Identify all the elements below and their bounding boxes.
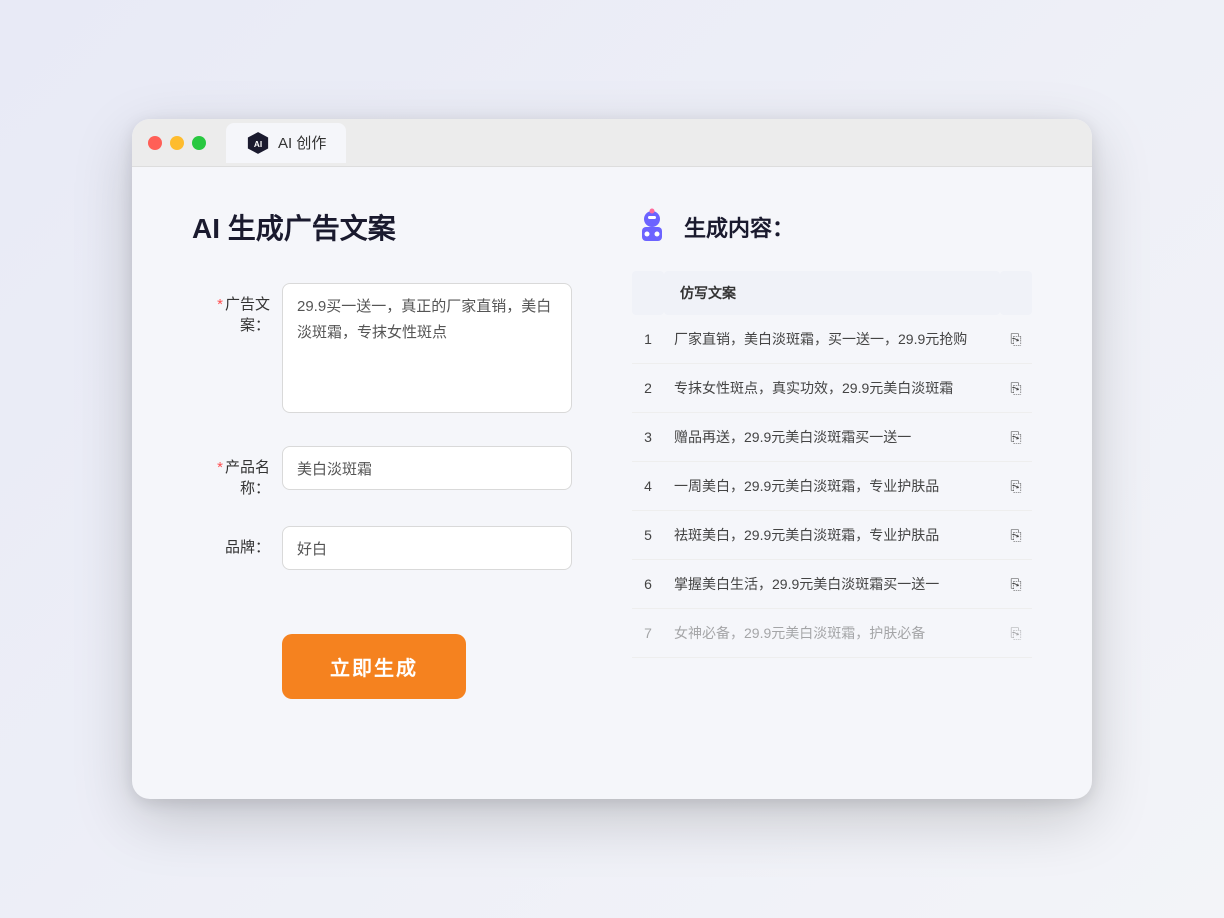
row-number: 1 — [632, 315, 664, 364]
col-num-header — [632, 271, 664, 315]
brand-input-wrap — [282, 526, 572, 570]
ai-tab-icon: AI — [246, 131, 270, 155]
row-copy-text: 专抹女性斑点，真实功效，29.9元美白淡斑霜 — [664, 364, 1000, 413]
brand-input[interactable] — [282, 526, 572, 570]
right-panel: 生成内容： 仿写文案 1厂家直销，美白淡斑霜，买一送一，29.9元抢购⎘2专抹女… — [632, 207, 1032, 747]
ad-copy-textarea[interactable] — [282, 283, 572, 413]
ad-copy-group: *广告文案： — [192, 283, 572, 418]
copy-button[interactable]: ⎘ — [1000, 315, 1032, 364]
product-name-group: *产品名称： — [192, 446, 572, 498]
product-name-label: *产品名称： — [192, 446, 282, 498]
product-name-input[interactable] — [282, 446, 572, 490]
ad-copy-label: *广告文案： — [192, 283, 282, 335]
ad-copy-required: * — [217, 296, 223, 313]
row-number: 5 — [632, 511, 664, 560]
table-row: 4一周美白，29.9元美白淡斑霜，专业护肤品⎘ — [632, 462, 1032, 511]
row-number: 6 — [632, 560, 664, 609]
traffic-lights — [148, 136, 206, 150]
row-copy-text: 女神必备，29.9元美白淡斑霜，护肤必备 — [664, 609, 1000, 658]
product-name-input-wrap — [282, 446, 572, 490]
copy-button[interactable]: ⎘ — [1000, 364, 1032, 413]
generate-button[interactable]: 立即生成 — [282, 634, 466, 699]
row-number: 3 — [632, 413, 664, 462]
result-table: 仿写文案 1厂家直销，美白淡斑霜，买一送一，29.9元抢购⎘2专抹女性斑点，真实… — [632, 271, 1032, 658]
brand-label: 品牌： — [192, 526, 282, 557]
copy-button[interactable]: ⎘ — [1000, 413, 1032, 462]
result-title: 生成内容： — [684, 211, 794, 243]
table-row: 1厂家直销，美白淡斑霜，买一送一，29.9元抢购⎘ — [632, 315, 1032, 364]
row-number: 4 — [632, 462, 664, 511]
row-copy-text: 赠品再送，29.9元美白淡斑霜买一送一 — [664, 413, 1000, 462]
maximize-button[interactable] — [192, 136, 206, 150]
row-copy-text: 厂家直销，美白淡斑霜，买一送一，29.9元抢购 — [664, 315, 1000, 364]
row-copy-text: 一周美白，29.9元美白淡斑霜，专业护肤品 — [664, 462, 1000, 511]
result-header: 生成内容： — [632, 207, 1032, 247]
product-name-required: * — [217, 459, 223, 476]
table-row: 6掌握美白生活，29.9元美白淡斑霜买一送一⎘ — [632, 560, 1032, 609]
copy-button[interactable]: ⎘ — [1000, 511, 1032, 560]
svg-text:AI: AI — [254, 139, 262, 148]
copy-button[interactable]: ⎘ — [1000, 609, 1032, 658]
copy-button[interactable]: ⎘ — [1000, 560, 1032, 609]
table-row: 7女神必备，29.9元美白淡斑霜，护肤必备⎘ — [632, 609, 1032, 658]
brand-group: 品牌： — [192, 526, 572, 570]
ad-copy-input-wrap — [282, 283, 572, 418]
robot-icon — [632, 207, 672, 247]
close-button[interactable] — [148, 136, 162, 150]
page-title: AI 生成广告文案 — [192, 207, 572, 247]
tab-label: AI 创作 — [278, 132, 326, 153]
row-number: 2 — [632, 364, 664, 413]
col-copy-header: 仿写文案 — [664, 271, 1000, 315]
row-copy-text: 掌握美白生活，29.9元美白淡斑霜买一送一 — [664, 560, 1000, 609]
browser-window: AI AI 创作 AI 生成广告文案 *广告文案： *产品名称： — [132, 119, 1092, 799]
minimize-button[interactable] — [170, 136, 184, 150]
titlebar: AI AI 创作 — [132, 119, 1092, 167]
table-row: 2专抹女性斑点，真实功效，29.9元美白淡斑霜⎘ — [632, 364, 1032, 413]
tab-ai-create[interactable]: AI AI 创作 — [226, 123, 346, 163]
copy-button[interactable]: ⎘ — [1000, 462, 1032, 511]
left-panel: AI 生成广告文案 *广告文案： *产品名称： — [192, 207, 572, 747]
main-content: AI 生成广告文案 *广告文案： *产品名称： — [132, 167, 1092, 787]
table-row: 5祛斑美白，29.9元美白淡斑霜，专业护肤品⎘ — [632, 511, 1032, 560]
row-copy-text: 祛斑美白，29.9元美白淡斑霜，专业护肤品 — [664, 511, 1000, 560]
row-number: 7 — [632, 609, 664, 658]
col-action-header — [1000, 271, 1032, 315]
table-row: 3赠品再送，29.9元美白淡斑霜买一送一⎘ — [632, 413, 1032, 462]
